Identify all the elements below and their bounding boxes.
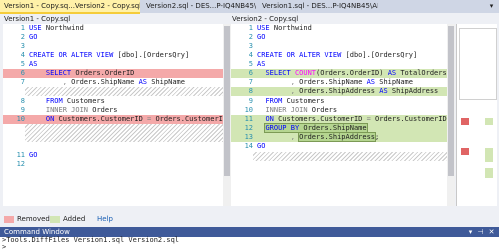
left-diff-editor[interactable]: 1 USE Northwind 2 GO 3 4 CREATE OR ALTER VI… <box>3 24 225 206</box>
diff-legend: Removed Added Help <box>0 214 499 225</box>
chevron-down-icon[interactable]: ▾ <box>487 1 496 11</box>
left-pane-title: Version1 - Copy.sql <box>4 15 71 23</box>
added-line: 8 , Orders.ShipAddress AS ShipAddress <box>231 87 448 96</box>
document-tab-strip: Version1 - Copy.sq...Version2 - Copy.sql… <box>0 0 499 14</box>
added-swatch <box>50 216 60 223</box>
close-icon[interactable]: ✕ <box>487 227 496 237</box>
added-line: 13 , Orders.ShipAddress; <box>231 132 448 142</box>
pin-icon[interactable]: ⊣ <box>476 227 485 237</box>
right-vertical-scrollbar[interactable] <box>447 24 455 206</box>
removed-label: Removed <box>17 215 50 223</box>
added-line: 11 ON Customers.CustomerID = Orders.Cust… <box>231 115 448 124</box>
diff-placeholder-hatch <box>25 124 225 142</box>
diff-placeholder-hatch <box>25 87 225 96</box>
command-prompt[interactable]: > <box>2 244 6 251</box>
diff-placeholder-hatch <box>253 152 448 161</box>
code-line: 9 FROM Customers <box>248 97 325 105</box>
left-vertical-scrollbar[interactable] <box>223 24 231 206</box>
scrollbar-thumb[interactable] <box>224 26 230 176</box>
code-line: 1 USE Northwind <box>248 24 312 32</box>
code-line: 7 , Orders.ShipName AS ShipName <box>20 78 185 86</box>
tab-label: Version1 - Copy.sq...Version2 - Copy.sql <box>4 2 140 10</box>
removed-swatch <box>4 216 14 223</box>
overview-added-mark <box>485 148 493 162</box>
tab-label: Version2.sql - DES...P-IQ4NB45\AM (57)) <box>146 2 256 10</box>
code-line: 4 CREATE OR ALTER VIEW [dbo].[OrdersQry] <box>20 51 190 59</box>
tab-version1-sql[interactable]: Version1.sql - DES...P-IQ4NB45\AM (89)) <box>258 0 378 13</box>
code-line: 2 GO <box>20 33 38 41</box>
code-line: 11 GO <box>16 151 38 159</box>
right-pane-title: Version2 - Copy.sql <box>232 15 299 23</box>
code-line: 9 INNER JOIN Orders <box>20 106 118 114</box>
overview-added-mark <box>485 118 493 125</box>
help-link[interactable]: Help <box>97 214 113 225</box>
overview-added-mark <box>485 168 493 178</box>
code-line: 5 AS <box>248 60 266 68</box>
overview-viewport <box>459 28 497 100</box>
added-line: 12 GROUP BY Orders.ShipName <box>231 123 448 133</box>
tab-version2-sql[interactable]: Version2.sql - DES...P-IQ4NB45\AM (57)) <box>142 0 256 13</box>
code-line: 12 <box>16 160 25 168</box>
scrollbar-thumb[interactable] <box>448 26 454 176</box>
code-line: 8 FROM Customers <box>20 97 105 105</box>
command-history-line: >Tools.DiffFiles Version1.sql Version2.s… <box>2 236 180 244</box>
tab-label: Version1.sql - DES...P-IQ4NB45\AM (89)) <box>262 2 378 10</box>
code-line: 10 INNER JOIN Orders <box>244 106 338 114</box>
code-line: 3 <box>248 42 253 50</box>
diff-overview-map[interactable] <box>456 24 497 206</box>
code-line: 7 , Orders.ShipName AS ShipName <box>248 78 413 86</box>
added-line: 6 SELECT COUNT(Orders.OrderID) AS TotalO… <box>231 69 448 78</box>
code-line: 4 CREATE OR ALTER VIEW [dbo].[OrdersQry] <box>248 51 418 59</box>
active-tab-accent <box>0 12 140 14</box>
chevron-down-icon[interactable]: ▾ <box>466 227 475 237</box>
overview-removed-mark <box>461 118 469 125</box>
code-line: 14 GO <box>244 142 266 150</box>
code-line: 2 GO <box>248 33 266 41</box>
code-line: 5 AS <box>20 60 38 68</box>
overview-removed-mark <box>461 148 469 155</box>
removed-line: 6 SELECT Orders.OrderID <box>3 69 225 78</box>
code-line: 1 USE Northwind <box>20 24 84 32</box>
removed-line: 10 ON Customers.CustomerID = Orders.Cust… <box>3 115 225 124</box>
command-window-body[interactable]: >Tools.DiffFiles Version1.sql Version2.s… <box>0 237 499 251</box>
added-label: Added <box>63 215 86 223</box>
code-line: 3 <box>20 42 25 50</box>
right-diff-editor[interactable]: 1 USE Northwind 2 GO 3 4 CREATE OR ALTER VI… <box>231 24 448 206</box>
